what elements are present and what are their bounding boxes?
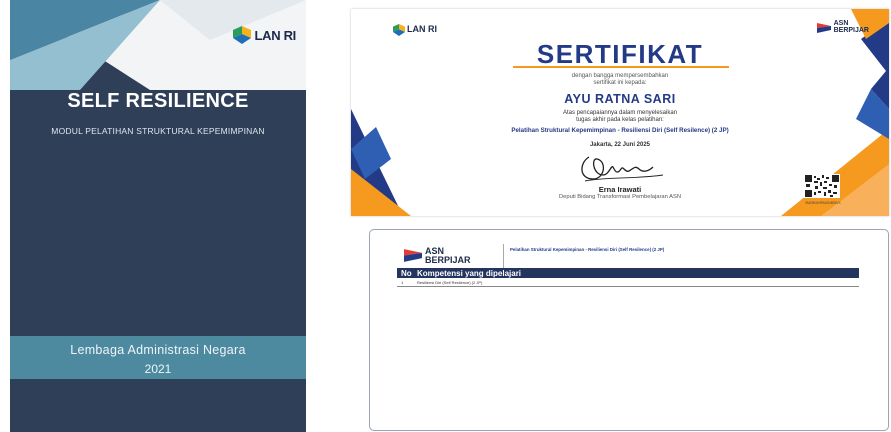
- row-no: 1: [397, 278, 413, 287]
- cert-asn-logo: ASN BERPIJAR: [816, 20, 869, 34]
- row-competency: Resiliensi Diri (Self Resilence) (2 JP): [413, 278, 859, 287]
- cover-title: SELF RESILIENCE: [67, 90, 249, 112]
- qr-code-icon: [804, 174, 840, 198]
- header-divider: [503, 244, 504, 270]
- competency-table: No Kompetensi yang dipelajari 1 Resilien…: [397, 268, 859, 287]
- intro-line-2: sertifikat ini kepada:: [593, 80, 647, 86]
- achievement-line-2: tugas akhir pada kelas pelatihan:: [576, 117, 664, 123]
- asn-line2: BERPIJAR: [833, 26, 869, 34]
- achievement-line-1: Atas pencapaiannya dalam menyelesaikan: [562, 110, 678, 116]
- lan-ri-logo: LAN RI: [233, 26, 296, 44]
- competency-page: ASN BERPIJAR Pelatihan Struktural Kepemi…: [369, 229, 889, 431]
- title-underline: [513, 66, 729, 68]
- cover-year: 2021: [144, 362, 172, 376]
- certificate-page: LAN RI ASN BERPIJAR SERTIFIKAT dengan ba…: [351, 9, 889, 216]
- course-name: Pelatihan Struktural Kepemimpinan - Resi…: [511, 127, 729, 134]
- cert-lan-logo: LAN RI: [393, 23, 437, 36]
- header-competency: Kompetensi yang dipelajari: [413, 268, 859, 278]
- asn-line2: BERPIJAR: [425, 254, 471, 265]
- intro-line-1: dengan bangga mempersembahkan: [571, 73, 669, 79]
- recipient-name: AYU RATNA SARI: [564, 92, 676, 106]
- table-row: 1 Resiliensi Diri (Self Resilence) (2 JP…: [397, 278, 859, 287]
- signature-image: [581, 156, 664, 182]
- asn-logo-icon: [816, 22, 831, 33]
- lan-logo-text: LAN RI: [254, 27, 296, 43]
- cover-organization: Lembaga Administrasi Negara: [70, 343, 246, 357]
- cert-lan-text: LAN RI: [407, 24, 437, 34]
- asn-logo-icon: [404, 249, 422, 262]
- table-header-row: No Kompetensi yang dipelajari: [397, 268, 859, 278]
- comp-asn-logo: ASN BERPIJAR: [404, 247, 471, 264]
- cover-header-shapes: [10, 0, 306, 90]
- qr-code-text: 9MZ9KNVR9ASNB93VX: [805, 201, 841, 205]
- lan-logo-icon: [233, 26, 252, 44]
- issue-date: Jakarta, 22 Juni 2025: [589, 142, 651, 148]
- lan-logo-icon: [393, 23, 405, 36]
- comp-course-name: Pelatihan Struktural Kepemimpinan - Resi…: [510, 247, 665, 252]
- module-cover: LAN RI SELF RESILIENCE MODUL PELATIHAN S…: [10, 0, 306, 432]
- header-no: No: [397, 268, 413, 278]
- cover-subtitle: MODUL PELATIHAN STRUKTURAL KEPEMIMPINAN: [51, 126, 265, 136]
